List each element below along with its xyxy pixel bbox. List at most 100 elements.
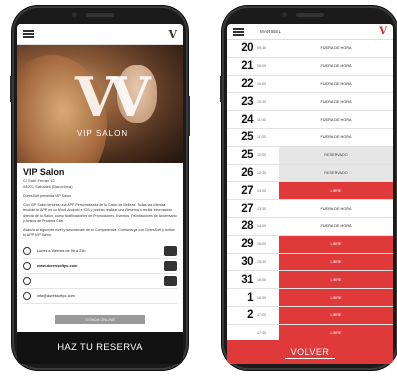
slot-status[interactable]: LIBRE xyxy=(279,235,393,253)
slot-time: 15:30 xyxy=(257,259,266,264)
contact-hours: Lunes a Viernes de 9h a 21h xyxy=(37,249,86,254)
slot-status[interactable]: LIBRE xyxy=(279,271,393,289)
slot-time: 14:00 xyxy=(257,224,266,229)
slot-day: 25 xyxy=(241,131,253,144)
instagram-icon[interactable] xyxy=(164,261,177,272)
screen-left: V VV VIP SALON VIP Salon C/ Sant Ferran … xyxy=(17,24,183,364)
contact-email[interactable]: info@duressoftpc.com xyxy=(37,294,177,298)
tienda-online-button[interactable]: TIENDA ONLINE xyxy=(55,315,145,324)
slot-day: 1 xyxy=(247,291,253,304)
slot-row[interactable]: 27 13:00 LIBRE xyxy=(227,182,393,201)
power-button xyxy=(188,96,190,136)
volume-button xyxy=(220,76,222,102)
phone-icon xyxy=(23,277,31,286)
slot-row: 26 12:30 RESERVADO xyxy=(227,164,393,183)
description-text: Con VIP Salon tendrás una APP Personaliz… xyxy=(23,203,177,223)
slot-day: 26 xyxy=(241,166,253,179)
slot-day: 2 xyxy=(247,309,253,322)
slot-row: 22 10:00 FUERA DE HORA xyxy=(227,75,393,94)
slot-row: 28 14:00 FUERA DE HORA xyxy=(227,217,393,236)
reserve-button[interactable]: HAZ TU RESERVA xyxy=(17,332,183,364)
slot-day: 25 xyxy=(241,149,253,162)
contact-row-hours: Lunes a Viernes de 9h a 21h xyxy=(23,244,177,260)
user-name: MARIBEL xyxy=(260,29,282,34)
slot-day: 27 xyxy=(241,202,253,215)
screen-right: MARIBEL V 20 09:30 FUERA DE HORA 21 09:30 FUE… xyxy=(227,24,393,364)
contact-list: Lunes a Viernes de 9h a 21h www.duressof… xyxy=(23,244,177,305)
globe-icon xyxy=(23,262,31,271)
slot-row[interactable]: 2 17:00 LIBRE xyxy=(227,306,393,325)
contact-row-email[interactable]: info@duressoftpc.com xyxy=(23,289,177,305)
slot-row: 27 13:30 FUERA DE HORA xyxy=(227,200,393,218)
volume-button xyxy=(10,76,12,102)
slot-time: 17:30 xyxy=(257,331,266,336)
slot-status: FUERA DE HORA xyxy=(279,75,393,93)
slot-row: 23 10:30 FUERA DE HORA xyxy=(227,93,393,112)
slot-day: 30 xyxy=(241,255,253,268)
slot-status[interactable]: LIBRE xyxy=(279,182,393,200)
slot-row: 25 11:30 FUERA DE HORA xyxy=(227,128,393,147)
slot-time: 17:00 xyxy=(257,313,266,318)
app-header: MARIBEL V xyxy=(227,24,393,40)
contact-row-phone[interactable] xyxy=(23,274,177,290)
slot-status: FUERA DE HORA xyxy=(279,57,393,75)
intro-line: DuresSoft presenta VIP Salon. xyxy=(23,194,72,198)
hero-brand-text: VIP SALON xyxy=(77,129,129,138)
slot-time: 16:30 xyxy=(257,295,266,300)
app-header: V xyxy=(17,24,183,45)
camera xyxy=(282,12,287,17)
slot-day: 28 xyxy=(241,220,253,233)
slot-row[interactable]: 29 15:00 LIBRE xyxy=(227,235,393,254)
slot-day: 27 xyxy=(241,184,253,197)
slot-time: 13:30 xyxy=(257,206,266,211)
hero-image: VV VIP SALON xyxy=(17,45,183,163)
hamburger-icon[interactable] xyxy=(233,27,244,36)
facebook-icon[interactable] xyxy=(164,246,177,257)
twitter-icon[interactable] xyxy=(164,276,177,287)
address-line-2: 08201 Sabadell (Barcelona) xyxy=(23,184,73,189)
slot-row[interactable]: 31 16:00 LIBRE xyxy=(227,271,393,290)
slot-day: 20 xyxy=(241,42,253,55)
slot-day: 21 xyxy=(241,60,253,73)
clock-icon xyxy=(23,247,31,256)
booking-slots: 20 09:30 FUERA DE HORA 21 09:30 FUERA DE HORA… xyxy=(227,40,393,361)
slot-row: 25 12:00 RESERVADO xyxy=(227,146,393,165)
slot-status: RESERVADO xyxy=(279,164,393,182)
slot-day: 31 xyxy=(241,273,253,286)
slot-day: 29 xyxy=(241,238,253,251)
slot-time: 16:00 xyxy=(257,277,266,282)
slot-time: 09:30 xyxy=(257,64,266,69)
speaker xyxy=(296,13,324,17)
slot-status[interactable]: LIBRE xyxy=(279,289,393,306)
slot-time: 11:30 xyxy=(257,135,266,140)
slot-time: 09:30 xyxy=(257,46,266,51)
slot-status[interactable]: LIBRE xyxy=(279,306,393,324)
slot-time: 13:00 xyxy=(257,188,266,193)
phone-frame-right: MARIBEL V 20 09:30 FUERA DE HORA 21 09:30 FUE… xyxy=(220,6,397,370)
hamburger-icon[interactable] xyxy=(23,30,34,38)
slot-time: 11:00 xyxy=(257,117,266,122)
app-logo: V xyxy=(168,27,177,41)
description-text-2: Avanza al siguiente nivel y desmárcate d… xyxy=(23,228,175,238)
slot-time: 12:30 xyxy=(257,170,266,175)
contact-row-web[interactable]: www.duressoftpc.com xyxy=(23,259,177,275)
slot-day: 24 xyxy=(241,113,253,126)
slot-row[interactable]: 1 16:30 LIBRE xyxy=(227,289,393,307)
slot-status: FUERA DE HORA xyxy=(279,111,393,128)
app-logo: V xyxy=(379,26,387,37)
slot-status: FUERA DE HORA xyxy=(279,40,393,57)
slot-status: FUERA DE HORA xyxy=(279,200,393,217)
slot-time: 15:00 xyxy=(257,242,266,247)
salon-title: VIP Salon xyxy=(23,167,65,177)
slot-row[interactable]: 30 15:30 LIBRE xyxy=(227,253,393,272)
slot-time: 10:30 xyxy=(257,99,266,104)
slot-status[interactable]: LIBRE xyxy=(279,253,393,271)
mail-icon xyxy=(23,292,31,301)
slot-day: 23 xyxy=(241,95,253,108)
slot-status: FUERA DE HORA xyxy=(279,128,393,146)
speaker xyxy=(86,13,114,17)
slot-status: RESERVADO xyxy=(279,146,393,164)
back-button[interactable]: VOLVER xyxy=(227,340,393,364)
slot-status: FUERA DE HORA xyxy=(279,217,393,235)
contact-web[interactable]: www.duressoftpc.com xyxy=(37,264,164,268)
